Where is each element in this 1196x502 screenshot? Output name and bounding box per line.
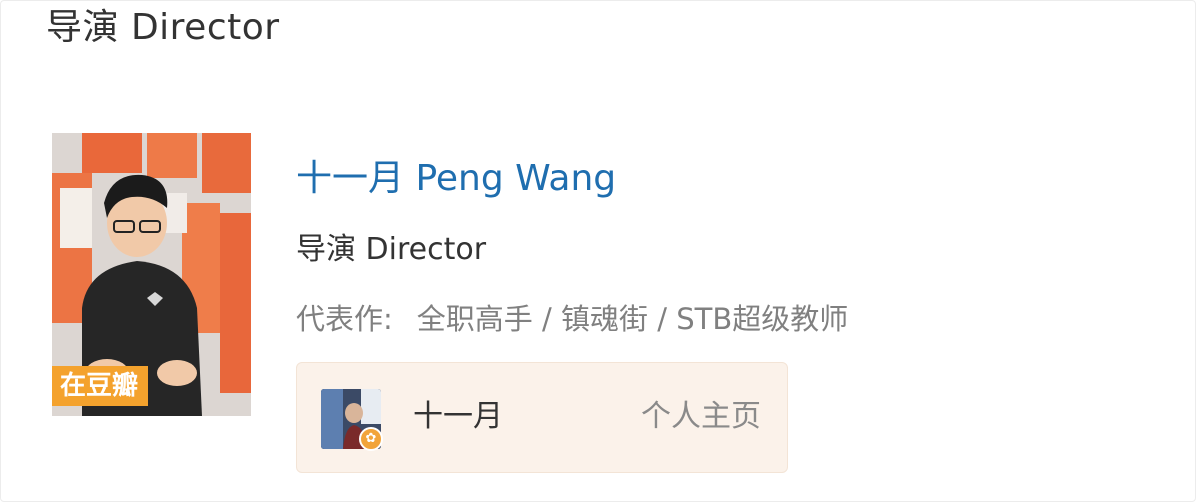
representative-works: 代表作: 全职高手 / 镇魂街 / STB超级教师 <box>296 300 848 338</box>
director-role: 导演 Director <box>296 232 487 267</box>
director-photo[interactable]: 在豆瓣 <box>52 133 251 416</box>
director-name-link[interactable]: 十一月 Peng Wang <box>296 157 616 201</box>
works-label: 代表作: <box>296 302 393 336</box>
section-title: 导演 Director <box>46 7 280 48</box>
douban-badge[interactable]: 在豆瓣 <box>52 366 149 406</box>
profile-home-link[interactable]: 个人主页 <box>641 397 761 437</box>
profile-name[interactable]: 十一月 <box>413 397 503 437</box>
profile-card[interactable]: ✿ 十一月 个人主页 <box>296 362 788 473</box>
verified-star-icon: ✿ <box>359 427 383 451</box>
works-list: 全职高手 / 镇魂街 / STB超级教师 <box>416 302 849 336</box>
